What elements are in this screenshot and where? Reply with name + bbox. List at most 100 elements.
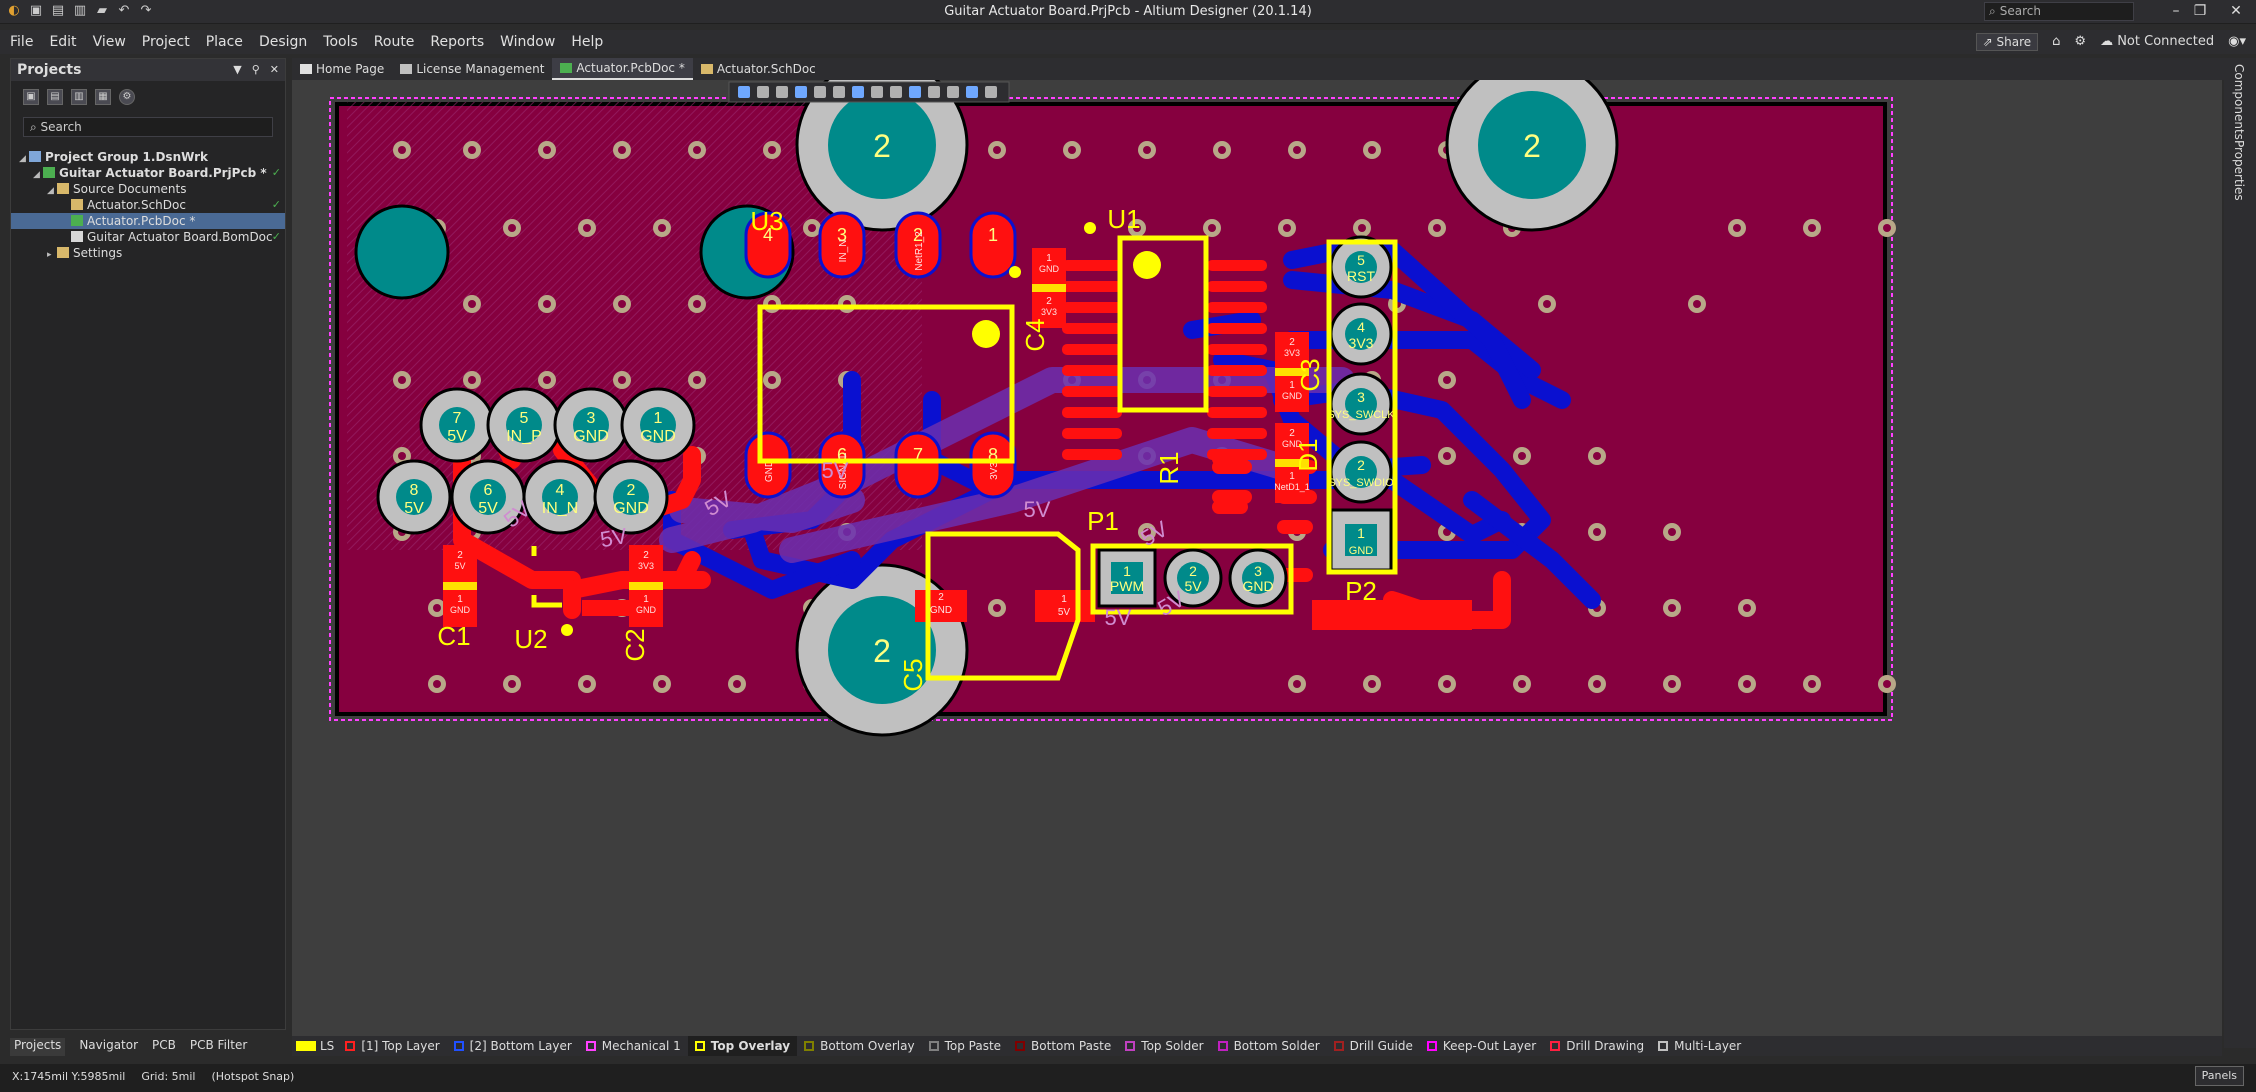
- share-button[interactable]: ⇗ Share: [1975, 33, 2039, 51]
- via-hole: [1368, 680, 1376, 688]
- panel-menu-icon[interactable]: ▼: [233, 59, 241, 81]
- tree-item[interactable]: ▸ Settings: [11, 245, 285, 261]
- layer-label: Drill Drawing: [1566, 1039, 1645, 1053]
- menu-file[interactable]: File: [10, 30, 33, 54]
- open-folder-project-icon[interactable]: ▦: [95, 89, 111, 105]
- open-project-icon[interactable]: ▥: [71, 89, 87, 105]
- doc-tab[interactable]: Actuator.PcbDoc *: [552, 58, 693, 80]
- menu-help[interactable]: Help: [571, 30, 603, 54]
- doc-tab[interactable]: Home Page: [292, 58, 392, 80]
- menu-place[interactable]: Place: [206, 30, 243, 54]
- save-all-project-icon[interactable]: ▤: [47, 89, 63, 105]
- pcb-canvas[interactable]: 2 2 2 4 3 IN_N 2 NetR1_2 1 GND 6 SIGNAL 7 8 3V3 7 5V 5 IN_…: [292, 80, 2222, 1036]
- pin1-marker: [561, 624, 573, 636]
- layer-tab[interactable]: Bottom Overlay: [797, 1036, 921, 1056]
- home-icon[interactable]: ⌂: [2052, 30, 2060, 54]
- layer-tab[interactable]: Top Solder: [1118, 1036, 1210, 1056]
- projects-toolbar: ▣ ▤ ▥ ▦ ⚙: [11, 81, 285, 113]
- layer-label: Mechanical 1: [601, 1039, 681, 1053]
- pad-number: 5: [1357, 252, 1365, 268]
- smd-pad-net: 5V: [1058, 607, 1071, 618]
- layer-label: Top Solder: [1141, 1039, 1204, 1053]
- save-project-icon[interactable]: ▣: [23, 89, 39, 105]
- tree-item[interactable]: ◢ Source Documents: [11, 181, 285, 197]
- tree-item[interactable]: ◢ Guitar Actuator Board.PrjPcb * ✓: [11, 165, 285, 181]
- connection-status[interactable]: ☁ Not Connected: [2100, 30, 2214, 54]
- close-button[interactable]: ✕: [2216, 0, 2256, 24]
- panel-tab-projects[interactable]: Projects: [10, 1038, 66, 1056]
- maximize-button[interactable]: ❐: [2180, 0, 2220, 24]
- via-hole: [808, 224, 816, 232]
- layer-tab[interactable]: Top Paste: [922, 1036, 1008, 1056]
- search-placeholder: Search: [1999, 4, 2041, 18]
- layer-color-swatch: [804, 1041, 815, 1051]
- menu-edit[interactable]: Edit: [49, 30, 76, 54]
- layer-label: Top Overlay: [710, 1039, 791, 1053]
- via-hole: [1283, 224, 1291, 232]
- layer-color-swatch: [1333, 1041, 1344, 1051]
- status-check-icon: ✓: [271, 230, 281, 243]
- layer-tab[interactable]: Drill Drawing: [1543, 1036, 1651, 1056]
- tree-item[interactable]: Actuator.PcbDoc *: [11, 213, 285, 229]
- tree-item[interactable]: ◢ Project Group 1.DsnWrk: [11, 149, 285, 165]
- menu-design[interactable]: Design: [259, 30, 307, 54]
- layer-tab[interactable]: [2] Bottom Layer: [447, 1036, 579, 1056]
- user-icon[interactable]: ◉▾: [2228, 30, 2246, 54]
- layer-set-button[interactable]: LS: [292, 1039, 338, 1053]
- menu-items: File Edit View Project Place Design Tools Route…: [10, 30, 603, 54]
- menu-route[interactable]: Route: [374, 30, 415, 54]
- panel-tab-pcb-filter[interactable]: PCB Filter: [190, 1038, 247, 1056]
- projects-panel-header: Projects ▼ ⚲ ✕: [11, 59, 285, 81]
- via-hole: [618, 300, 626, 308]
- active-bar-tool-icon: [928, 86, 940, 98]
- layer-tab[interactable]: Drill Guide: [1327, 1036, 1420, 1056]
- r1-pad: [1212, 500, 1248, 514]
- doc-tab-label: Home Page: [316, 62, 385, 76]
- close-panel-icon[interactable]: ✕: [270, 59, 279, 81]
- active-bar-tool-icon: [985, 86, 997, 98]
- panel-tab-navigator[interactable]: Navigator: [79, 1038, 138, 1056]
- layer-label: [2] Bottom Layer: [469, 1039, 572, 1053]
- pin-icon[interactable]: ⚲: [252, 59, 260, 81]
- panel-tab-pcb[interactable]: PCB: [152, 1038, 176, 1056]
- layer-label: Top Paste: [944, 1039, 1002, 1053]
- pad-net: GND: [1349, 545, 1374, 557]
- tree-item[interactable]: Guitar Actuator Board.BomDoc ✓: [11, 229, 285, 245]
- layer-tab[interactable]: Keep-Out Layer: [1420, 1036, 1543, 1056]
- menu-reports[interactable]: Reports: [430, 30, 484, 54]
- pcb-view[interactable]: 2 224 3IN_N2NetR1_2 1GND6SIGNAL 7 83V375V5IN_…: [292, 80, 2222, 1036]
- menu-window[interactable]: Window: [500, 30, 555, 54]
- menu-view[interactable]: View: [93, 30, 126, 54]
- expand-icon[interactable]: ▸: [47, 247, 57, 263]
- doc-tab[interactable]: License Management: [392, 58, 552, 80]
- properties-panel-tab[interactable]: Properties: [2232, 140, 2246, 201]
- via-hole: [693, 376, 701, 384]
- designator-label: U2: [514, 624, 547, 654]
- doc-tab[interactable]: Actuator.SchDoc: [693, 58, 824, 80]
- layer-color-swatch: [694, 1041, 705, 1051]
- via-hole: [733, 680, 741, 688]
- menu-project[interactable]: Project: [142, 30, 190, 54]
- large-mounting-pad: [354, 204, 450, 300]
- global-search-input[interactable]: ⌕ Search: [1984, 2, 2134, 21]
- settings-project-icon[interactable]: ⚙: [119, 89, 135, 105]
- layer-tab[interactable]: Bottom Solder: [1211, 1036, 1327, 1056]
- layer-tab[interactable]: [1] Top Layer: [338, 1036, 446, 1056]
- pin1-marker: [972, 320, 1000, 348]
- layer-tab[interactable]: Bottom Paste: [1008, 1036, 1118, 1056]
- components-panel-tab[interactable]: Components: [2232, 64, 2246, 140]
- projects-search-input[interactable]: ⌕ Search: [23, 117, 273, 137]
- layer-tab[interactable]: Top Overlay: [687, 1036, 798, 1056]
- menu-tools[interactable]: Tools: [323, 30, 358, 54]
- via-hole: [468, 300, 476, 308]
- tree-item[interactable]: Actuator.SchDoc ✓: [11, 197, 285, 213]
- document-icon: [57, 183, 69, 194]
- panels-button[interactable]: Panels: [2194, 1066, 2244, 1086]
- pad-number: 3: [1254, 563, 1262, 579]
- gear-icon[interactable]: ⚙: [2074, 30, 2086, 54]
- search-icon: ⌕: [1989, 4, 1996, 18]
- pad-number: 3: [587, 410, 596, 427]
- active-bar-toolbar: [728, 81, 1010, 103]
- layer-tab[interactable]: Multi-Layer: [1651, 1036, 1748, 1056]
- layer-tab[interactable]: Mechanical 1: [579, 1036, 688, 1056]
